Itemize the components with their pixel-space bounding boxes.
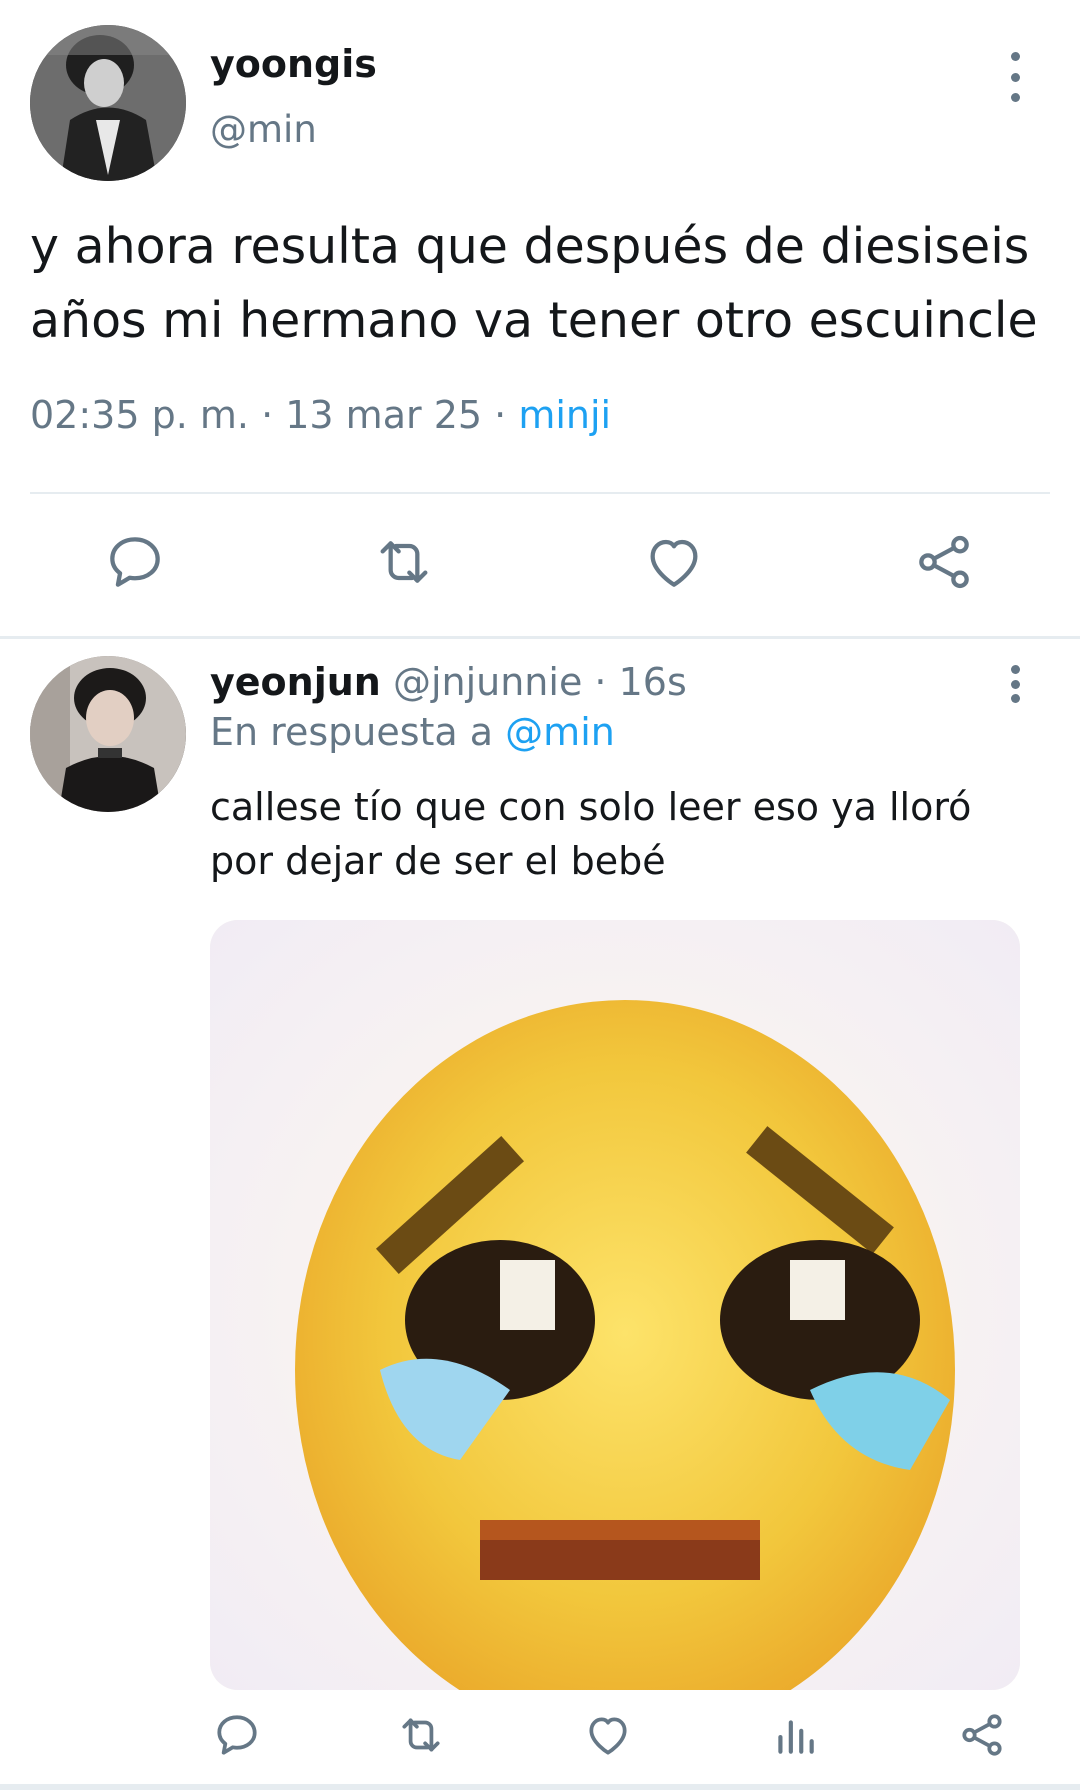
- share-icon[interactable]: [957, 1710, 1007, 1760]
- dot: [1010, 679, 1020, 689]
- retweet-icon[interactable]: [372, 530, 436, 594]
- bottom-divider: [0, 1784, 1080, 1790]
- meta-separator: ·: [594, 660, 607, 704]
- retweet-icon[interactable]: [396, 1710, 446, 1760]
- avatar-photo: [30, 25, 186, 181]
- reply-time: 16s: [618, 660, 687, 704]
- reply-author-avatar[interactable]: [30, 656, 186, 812]
- share-icon[interactable]: [912, 530, 976, 594]
- dot: [1010, 93, 1020, 102]
- section-separator: [0, 636, 1080, 639]
- dot: [1010, 694, 1020, 703]
- reply-header: yeonjun @jnjunnie · 16s: [210, 660, 687, 704]
- reply-text: callese tío que con solo leer eso ya llo…: [210, 785, 972, 883]
- pleading-crying-emoji-icon: [210, 920, 1020, 1690]
- reply-mention-link[interactable]: @min: [505, 710, 615, 754]
- reply-prefix: En respuesta a: [210, 710, 494, 754]
- reply-media-image[interactable]: [210, 920, 1020, 1690]
- more-options-icon[interactable]: [1000, 665, 1030, 703]
- like-icon[interactable]: [583, 1710, 633, 1760]
- reply-icon[interactable]: [103, 530, 167, 594]
- reply-icon[interactable]: [212, 1710, 262, 1760]
- tweet-time: 02:35 p. m.: [30, 393, 249, 437]
- tweet-actions-bar: [0, 530, 1080, 600]
- author-name[interactable]: yoongis: [210, 42, 377, 86]
- more-options-icon[interactable]: [1000, 52, 1030, 102]
- dot: [1010, 72, 1020, 82]
- reply-actions-bar: [0, 1710, 1080, 1770]
- tweet-text: y ahora resulta que después de diesiseis…: [30, 218, 1038, 349]
- reply-author-handle[interactable]: @jnjunnie: [393, 660, 582, 704]
- divider: [30, 492, 1050, 494]
- tweet-meta: 02:35 p. m. · 13 mar 25 · minji: [30, 393, 611, 437]
- analytics-icon[interactable]: [770, 1710, 820, 1760]
- meta-separator: ·: [494, 393, 507, 437]
- reply-author-name[interactable]: yeonjun: [210, 660, 381, 704]
- meta-separator: ·: [261, 393, 274, 437]
- tweet-date: 13 mar 25: [285, 393, 483, 437]
- tweet-source-link[interactable]: minji: [518, 393, 611, 437]
- like-icon[interactable]: [642, 530, 706, 594]
- dot: [1010, 52, 1020, 61]
- reply-context: En respuesta a @min: [210, 710, 615, 754]
- author-handle[interactable]: @min: [210, 108, 317, 151]
- avatar-photo: [30, 656, 186, 812]
- author-avatar[interactable]: [30, 25, 186, 181]
- dot: [1010, 665, 1020, 674]
